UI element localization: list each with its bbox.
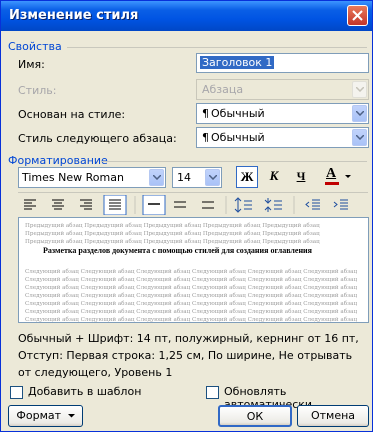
- chevron-down-icon: [345, 175, 351, 178]
- chevron-down-icon: [205, 169, 220, 186]
- modify-style-dialog: Изменение стиля Свойства Имя: Заголовок …: [0, 0, 373, 432]
- next-style-label: Стиль следующего абзаца:: [18, 132, 177, 145]
- formatting-separator: [101, 161, 367, 162]
- chevron-down-icon: [149, 169, 164, 186]
- name-field-value: Заголовок 1: [200, 56, 275, 69]
- preview-next-paragraph: Следующий абзац Следующий абзац Следующи…: [25, 269, 358, 323]
- italic-button[interactable]: К: [263, 166, 285, 188]
- preview-main-paragraph: Разметка разделов документа с помощью ст…: [43, 246, 312, 255]
- auto-update-checkbox[interactable]: [206, 386, 219, 399]
- properties-separator: [67, 47, 367, 48]
- paragraph-mark-icon: ¶: [202, 131, 209, 144]
- toolbar-separator: [18, 192, 368, 193]
- underline-button[interactable]: Ч: [290, 166, 312, 188]
- next-style-select[interactable]: ¶ Обычный: [196, 127, 369, 148]
- font-value: Times New Roman: [22, 171, 124, 184]
- alignment-buttons[interactable]: [18, 195, 368, 215]
- close-button[interactable]: [347, 5, 368, 26]
- close-icon: [352, 10, 363, 21]
- paragraph-mark-icon: ¶: [202, 107, 209, 120]
- ok-button[interactable]: ОК: [218, 405, 292, 427]
- add-to-template-checkbox[interactable]: [10, 386, 23, 399]
- font-size-value: 14: [177, 171, 191, 184]
- name-field[interactable]: Заголовок 1: [196, 53, 369, 73]
- style-type-label: Стиль:: [18, 84, 57, 97]
- properties-section-label: Свойства: [8, 40, 62, 53]
- font-color-letter: А: [326, 166, 337, 181]
- format-button[interactable]: Формат: [8, 405, 83, 427]
- font-select[interactable]: Times New Roman: [18, 167, 166, 188]
- dialog-title: Изменение стиля: [9, 8, 139, 23]
- font-size-select[interactable]: 14: [172, 167, 222, 188]
- font-color-swatch: [325, 182, 339, 185]
- preview-previous-paragraph: Предыдущий абзац Предыдущий абзац Предыд…: [25, 223, 320, 245]
- cancel-button[interactable]: Отмена: [297, 405, 369, 427]
- style-type-select[interactable]: Абзаца: [196, 79, 369, 100]
- style-type-value: Абзаца: [202, 83, 244, 96]
- based-on-select[interactable]: ¶ Обычный: [196, 103, 369, 124]
- chevron-down-icon: [67, 414, 75, 418]
- style-description: Обычный + Шрифт: 14 пт, полужирный, керн…: [18, 332, 359, 379]
- next-style-value: Обычный: [211, 131, 265, 144]
- formatting-section-label: Форматирование: [8, 154, 108, 167]
- based-on-label: Основан на стиле:: [18, 108, 126, 121]
- style-preview: Предыдущий абзац Предыдущий абзац Предыд…: [18, 217, 369, 323]
- font-color-button[interactable]: А: [323, 166, 355, 188]
- bold-button[interactable]: Ж: [236, 166, 258, 188]
- add-to-template-label: Добавить в шаблон: [28, 385, 142, 398]
- chevron-down-icon: [352, 105, 367, 122]
- based-on-value: Обычный: [211, 107, 265, 120]
- chevron-down-icon: [352, 129, 367, 146]
- chevron-down-icon: [352, 81, 367, 98]
- name-label: Имя:: [18, 58, 45, 71]
- title-bar[interactable]: Изменение стиля: [1, 1, 372, 31]
- format-button-label: Формат: [16, 409, 62, 422]
